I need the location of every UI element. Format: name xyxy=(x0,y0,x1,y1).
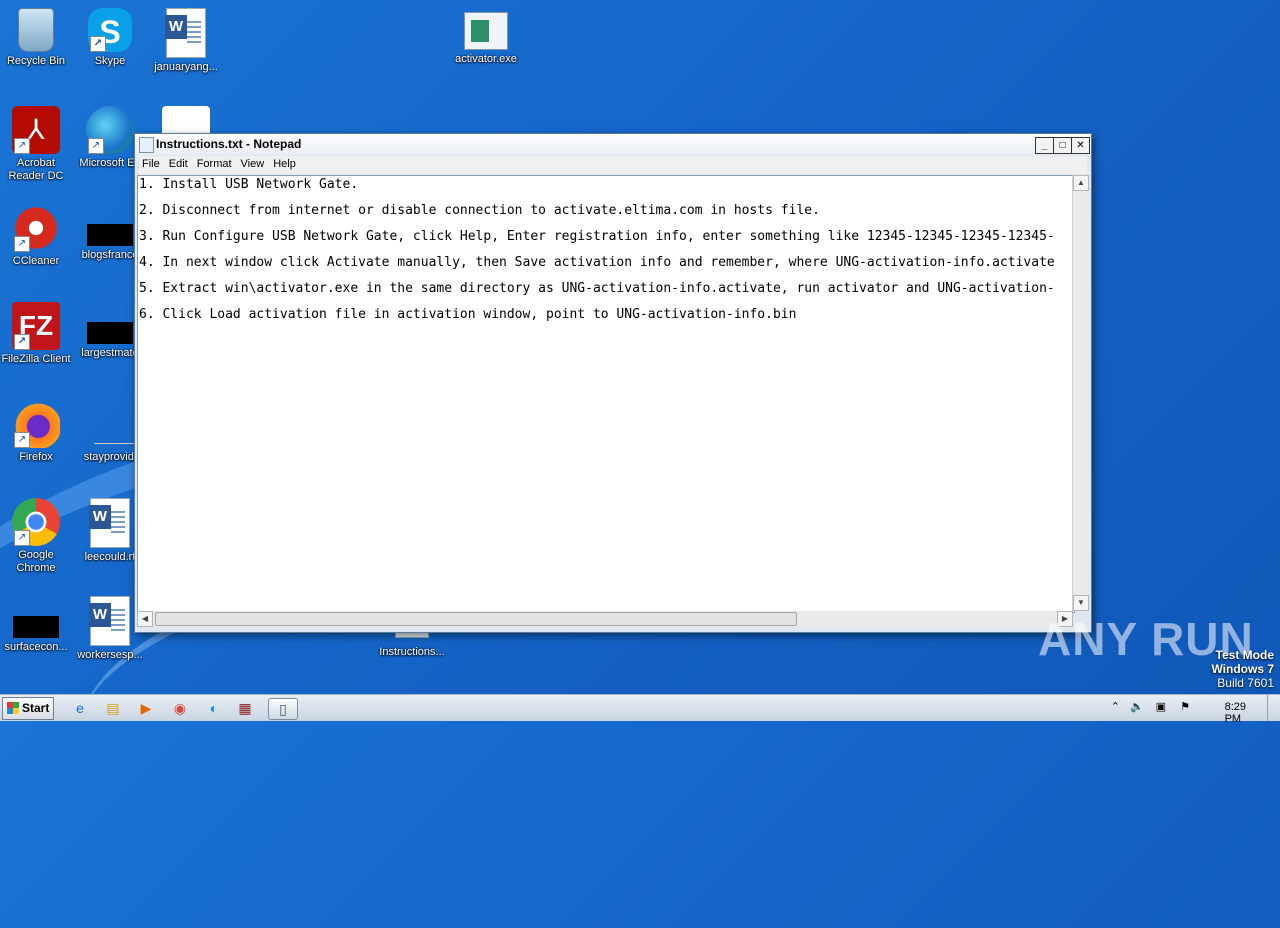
file-icon xyxy=(13,616,59,638)
menu-help[interactable]: Help xyxy=(270,156,302,170)
desktop-icon-label: Instructions... xyxy=(379,646,445,658)
desktop-icon-chrome[interactable]: ↗ Google Chrome xyxy=(0,498,72,575)
volume-icon[interactable]: 🔈 xyxy=(1130,700,1144,713)
test-mode-line: Windows 7 xyxy=(1211,662,1274,676)
desktop-icon-skype[interactable]: S ↗ Skype xyxy=(74,8,146,68)
text-line: 6. Click Load activation file in activat… xyxy=(139,307,797,322)
exe-icon xyxy=(464,12,508,50)
winrar-icon[interactable]: ▦ xyxy=(234,698,256,718)
notepad-taskbar-button[interactable]: ▯ xyxy=(268,698,298,720)
windows-flag-icon xyxy=(7,702,19,714)
chrome-taskbar-icon[interactable]: ◉ xyxy=(169,698,191,718)
notepad-icon xyxy=(139,137,154,153)
vertical-scrollbar[interactable]: ▲ ▼ xyxy=(1072,175,1089,611)
horizontal-scrollbar[interactable]: ◀ ▶ xyxy=(137,611,1073,627)
media-player-icon[interactable]: ▶ xyxy=(135,698,157,718)
desktop-icon-acrobat[interactable]: ⅄ ↗ Acrobat Reader DC xyxy=(0,106,72,183)
show-desktop-button[interactable] xyxy=(1267,695,1280,721)
desktop-icon-label: CCleaner xyxy=(12,255,60,267)
word-document-icon: W xyxy=(89,498,130,548)
tray-expand-icon[interactable]: ⌃ xyxy=(1111,700,1120,713)
desktop-icon-label: workersesp... xyxy=(77,649,143,661)
edge-taskbar-icon[interactable]: ◐ xyxy=(203,698,225,718)
desktop-icon-label: Skype xyxy=(94,55,126,67)
firefox-icon: ↗ xyxy=(12,400,60,448)
menu-edit[interactable]: Edit xyxy=(166,156,194,170)
desktop-icon-label: Firefox xyxy=(19,451,53,463)
shortcut-arrow-icon: ↗ xyxy=(90,36,106,52)
shortcut-arrow-icon: ↗ xyxy=(88,138,104,154)
desktop-icon-label: surfacecon... xyxy=(4,641,68,653)
scroll-up-button[interactable]: ▲ xyxy=(1073,175,1089,191)
desktop-icon-firefox[interactable]: ↗ Firefox xyxy=(0,400,72,464)
text-line: 1. Install USB Network Gate. xyxy=(139,177,359,192)
start-button[interactable]: Start xyxy=(2,697,54,720)
desktop-icon-activator[interactable]: activator.exe xyxy=(450,8,522,66)
filezilla-icon: FZ ↗ xyxy=(12,302,60,350)
desktop-icon-label: FileZilla Client xyxy=(1,353,71,365)
scroll-left-button[interactable]: ◀ xyxy=(137,611,153,627)
test-mode-line: Test Mode xyxy=(1215,648,1274,662)
test-mode-line: Build 7601 xyxy=(1217,676,1274,690)
window-title: Instructions.txt - Notepad xyxy=(156,137,302,151)
start-label: Start xyxy=(22,701,50,715)
maximize-button[interactable]: □ xyxy=(1053,137,1072,154)
network-icon[interactable]: ▣ xyxy=(1156,700,1166,713)
notepad-window[interactable]: Instructions.txt - Notepad _ □ ✕ File Edi… xyxy=(134,133,1092,633)
desktop-icon-recycle-bin[interactable]: Recycle Bin xyxy=(0,8,72,68)
word-document-icon: W xyxy=(89,596,130,646)
test-mode-watermark: Test Mode Windows 7 Build 7601 xyxy=(1211,648,1274,690)
desktop-icon-label: Recycle Bin xyxy=(6,55,66,67)
file-icon xyxy=(87,322,133,344)
minimize-button[interactable]: _ xyxy=(1035,137,1054,154)
ccleaner-icon: ↗ xyxy=(12,204,60,252)
file-icon xyxy=(87,224,133,246)
desktop-icon-filezilla[interactable]: FZ ↗ FileZilla Client xyxy=(0,302,72,366)
horizontal-scroll-thumb[interactable] xyxy=(155,612,797,626)
text-line: 3. Run Configure USB Network Gate, click… xyxy=(139,229,1055,244)
shortcut-arrow-icon: ↗ xyxy=(14,236,30,252)
menu-bar: File Edit Format View Help xyxy=(139,156,1087,174)
shortcut-arrow-icon: ↗ xyxy=(14,432,30,448)
action-center-flag-icon[interactable]: ⚑ xyxy=(1180,700,1190,713)
menu-format[interactable]: Format xyxy=(194,156,238,170)
explorer-icon[interactable]: ▤ xyxy=(102,698,124,718)
shortcut-arrow-icon: ↗ xyxy=(14,334,30,350)
scroll-down-button[interactable]: ▼ xyxy=(1073,595,1089,611)
text-line: 4. In next window click Activate manuall… xyxy=(139,255,1055,270)
chrome-icon: ↗ xyxy=(12,498,60,546)
word-document-icon: W xyxy=(165,8,206,58)
recycle-bin-icon xyxy=(18,8,54,52)
acrobat-icon: ⅄ ↗ xyxy=(12,106,60,154)
text-line: 2. Disconnect from internet or disable c… xyxy=(139,203,820,218)
taskbar: Start e ▤ ▶ ◉ ◐ ▦ ▯ ⌃ 🔈 ▣ ⚑ 8:29 PM xyxy=(0,694,1280,725)
desktop-icon-label: Google Chrome xyxy=(16,549,56,574)
file-icon xyxy=(86,400,134,448)
menu-view[interactable]: View xyxy=(238,156,271,170)
ie-icon[interactable]: e xyxy=(69,698,91,718)
desktop-icon-label: januaryang... xyxy=(154,61,218,73)
shortcut-arrow-icon: ↗ xyxy=(14,138,30,154)
desktop-icon-surfacecon[interactable]: surfacecon... xyxy=(0,596,72,654)
close-button[interactable]: ✕ xyxy=(1071,137,1090,154)
menu-file[interactable]: File xyxy=(139,156,166,170)
shortcut-arrow-icon: ↗ xyxy=(14,530,30,546)
skype-icon: S ↗ xyxy=(88,8,132,52)
title-bar[interactable]: Instructions.txt - Notepad _ □ ✕ xyxy=(135,134,1091,155)
desktop-icon-label: Acrobat Reader DC xyxy=(8,157,64,182)
text-line: 5. Extract win\activator.exe in the same… xyxy=(139,281,1055,296)
clock[interactable]: 8:29 PM xyxy=(1225,701,1246,725)
desktop-icon-januaryang[interactable]: W januaryang... xyxy=(150,8,222,74)
desktop-icon-ccleaner[interactable]: ↗ CCleaner xyxy=(0,204,72,268)
desktop-icon-label: activator.exe xyxy=(455,53,517,65)
edge-icon: ↗ xyxy=(86,106,134,154)
text-editor[interactable]: 1. Install USB Network Gate. 2. Disconne… xyxy=(137,175,1075,613)
